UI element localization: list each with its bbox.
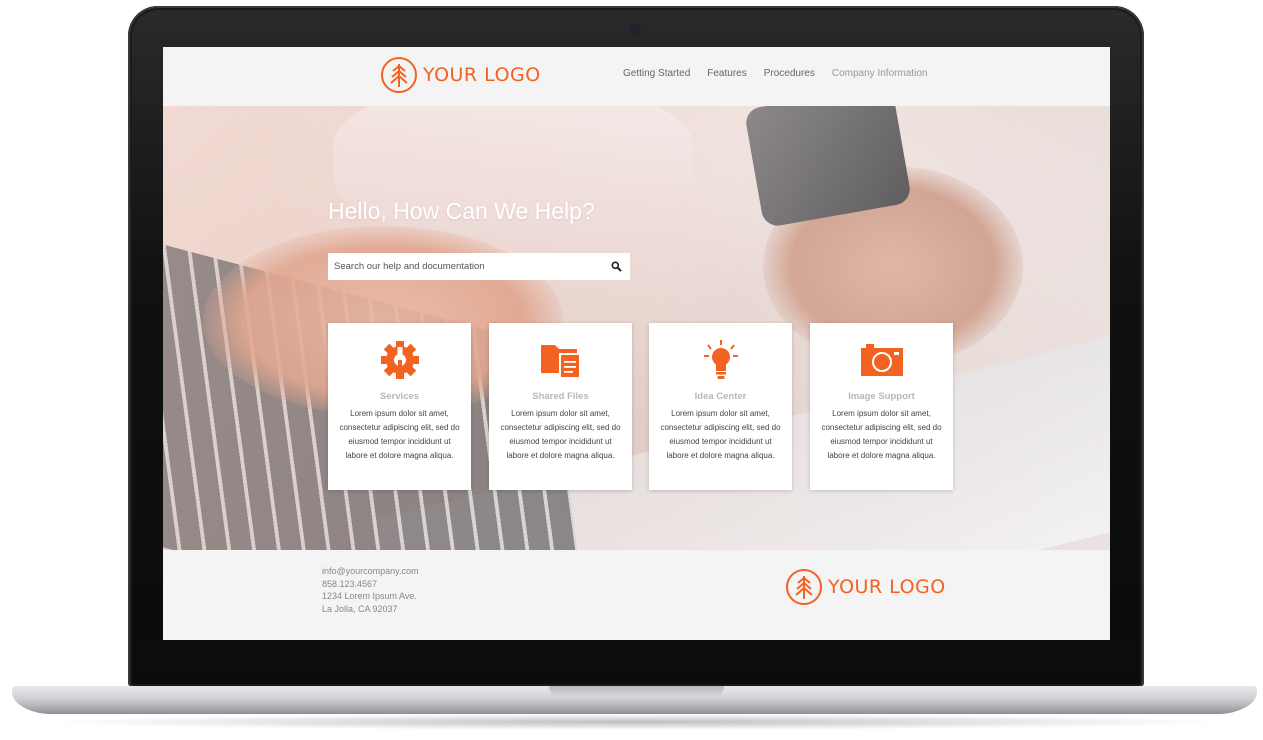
contact-info: info@yourcompany.com 858.123.4567 1234 L… [322, 565, 419, 615]
webcam [631, 26, 639, 34]
card-description: Lorem ipsum dolor sit amet, consectetur … [821, 409, 942, 460]
folder-icon [489, 339, 632, 381]
tree-logo-icon [381, 57, 417, 93]
card-description: Lorem ipsum dolor sit amet, consectetur … [500, 409, 621, 460]
card-title: Services [379, 391, 420, 402]
lightbulb-icon [649, 339, 792, 381]
nav-getting-started[interactable]: Getting Started [623, 68, 690, 79]
footer-logo[interactable]: YOUR LOGO [786, 569, 946, 605]
tree-logo-icon [786, 569, 822, 605]
site-header: YOUR LOGO Getting Started Features Proce… [163, 47, 1110, 106]
site-footer: info@yourcompany.com 858.123.4567 1234 L… [163, 550, 1110, 640]
nav-company-information[interactable]: Company Information [832, 68, 928, 79]
camera-icon [810, 339, 953, 381]
card-idea-center[interactable]: Idea Center Lorem ipsum dolor sit amet, … [649, 323, 792, 490]
card-shared-files[interactable]: Shared Files Lorem ipsum dolor sit amet,… [489, 323, 632, 490]
hero-section: Hello, How Can We Help? Search our help … [163, 106, 1110, 550]
card-description: Lorem ipsum dolor sit amet, consectetur … [339, 409, 460, 460]
hero-title: Hello, How Can We Help? [328, 198, 595, 224]
contact-address-line2: La Jolla, CA 92037 [322, 603, 398, 614]
contact-email[interactable]: info@yourcompany.com [322, 565, 419, 578]
nav-procedures[interactable]: Procedures [764, 68, 815, 79]
contact-phone: 858.123.4567 [322, 578, 378, 589]
hero-overlay [163, 106, 1110, 550]
search-icon[interactable] [610, 261, 622, 273]
search-input[interactable] [334, 261, 610, 272]
laptop-shadow [40, 714, 1230, 730]
gear-icon [328, 339, 471, 381]
card-description: Lorem ipsum dolor sit amet, consectetur … [660, 409, 781, 460]
header-logo[interactable]: YOUR LOGO [381, 57, 541, 93]
screen: YOUR LOGO Getting Started Features Proce… [163, 47, 1110, 640]
card-title: Idea Center [694, 391, 747, 402]
laptop-base-notch [549, 686, 724, 698]
card-image-support[interactable]: Image Support Lorem ipsum dolor sit amet… [810, 323, 953, 490]
main-nav: Getting Started Features Procedures Comp… [623, 68, 927, 79]
contact-address-line1: 1234 Lorem Ipsum Ave. [322, 591, 417, 601]
logo-text: YOUR LOGO [423, 64, 541, 86]
card-title: Image Support [848, 391, 915, 402]
card-title: Shared Files [532, 391, 589, 402]
card-services[interactable]: Services Lorem ipsum dolor sit amet, con… [328, 323, 471, 490]
search-bar [328, 253, 630, 280]
nav-features[interactable]: Features [707, 68, 746, 79]
laptop-bezel [136, 640, 1136, 670]
logo-text: YOUR LOGO [828, 576, 946, 598]
